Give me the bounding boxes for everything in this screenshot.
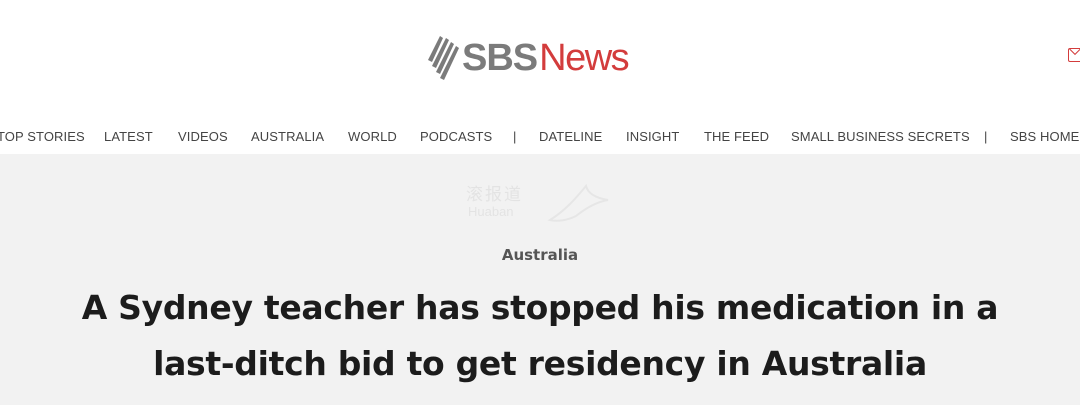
article-headline: A Sydney teacher has stopped his medicat… <box>81 288 999 383</box>
logo-sbs-text: SBS <box>462 36 538 79</box>
sbs-news-logo[interactable]: SBS News <box>426 30 630 86</box>
nav-item-australia[interactable]: AUSTRALIA <box>251 129 324 144</box>
nav-item-the-feed[interactable]: THE FEED <box>704 129 769 144</box>
nav-item-small-business-secrets[interactable]: SMALL BUSINESS SECRETS <box>791 129 970 144</box>
nav-separator: | <box>513 129 517 144</box>
article-category[interactable]: Australia <box>0 246 1080 264</box>
nav-item-sbs-home[interactable]: SBS HOME <box>1010 129 1079 144</box>
mail-icon[interactable] <box>1068 48 1080 62</box>
nav-item-dateline[interactable]: DATELINE <box>539 129 602 144</box>
nav-item-insight[interactable]: INSIGHT <box>626 129 679 144</box>
sbs-wings-logo-icon <box>428 36 459 80</box>
watermark-en-text: Huaban <box>468 204 514 219</box>
watermark-cn-text: 滚报道 <box>466 185 523 205</box>
main-nav: TOP STORIES LATEST VIDEOS AUSTRALIA WORL… <box>0 118 1080 154</box>
site-header: SBS News <box>0 0 1080 118</box>
logo-news-text: News <box>539 36 630 79</box>
watermark: 滚报道 Huaban <box>466 180 616 228</box>
nav-item-world[interactable]: WORLD <box>348 129 397 144</box>
nav-separator: | <box>984 129 988 144</box>
nav-item-podcasts[interactable]: PODCASTS <box>420 129 492 144</box>
article-header: 滚报道 Huaban Australia A Sydney teacher ha… <box>0 154 1080 405</box>
nav-item-videos[interactable]: VIDEOS <box>178 129 228 144</box>
nav-item-top-stories[interactable]: TOP STORIES <box>0 129 85 144</box>
nav-item-latest[interactable]: LATEST <box>104 129 153 144</box>
watermark-bird-icon <box>547 183 609 222</box>
